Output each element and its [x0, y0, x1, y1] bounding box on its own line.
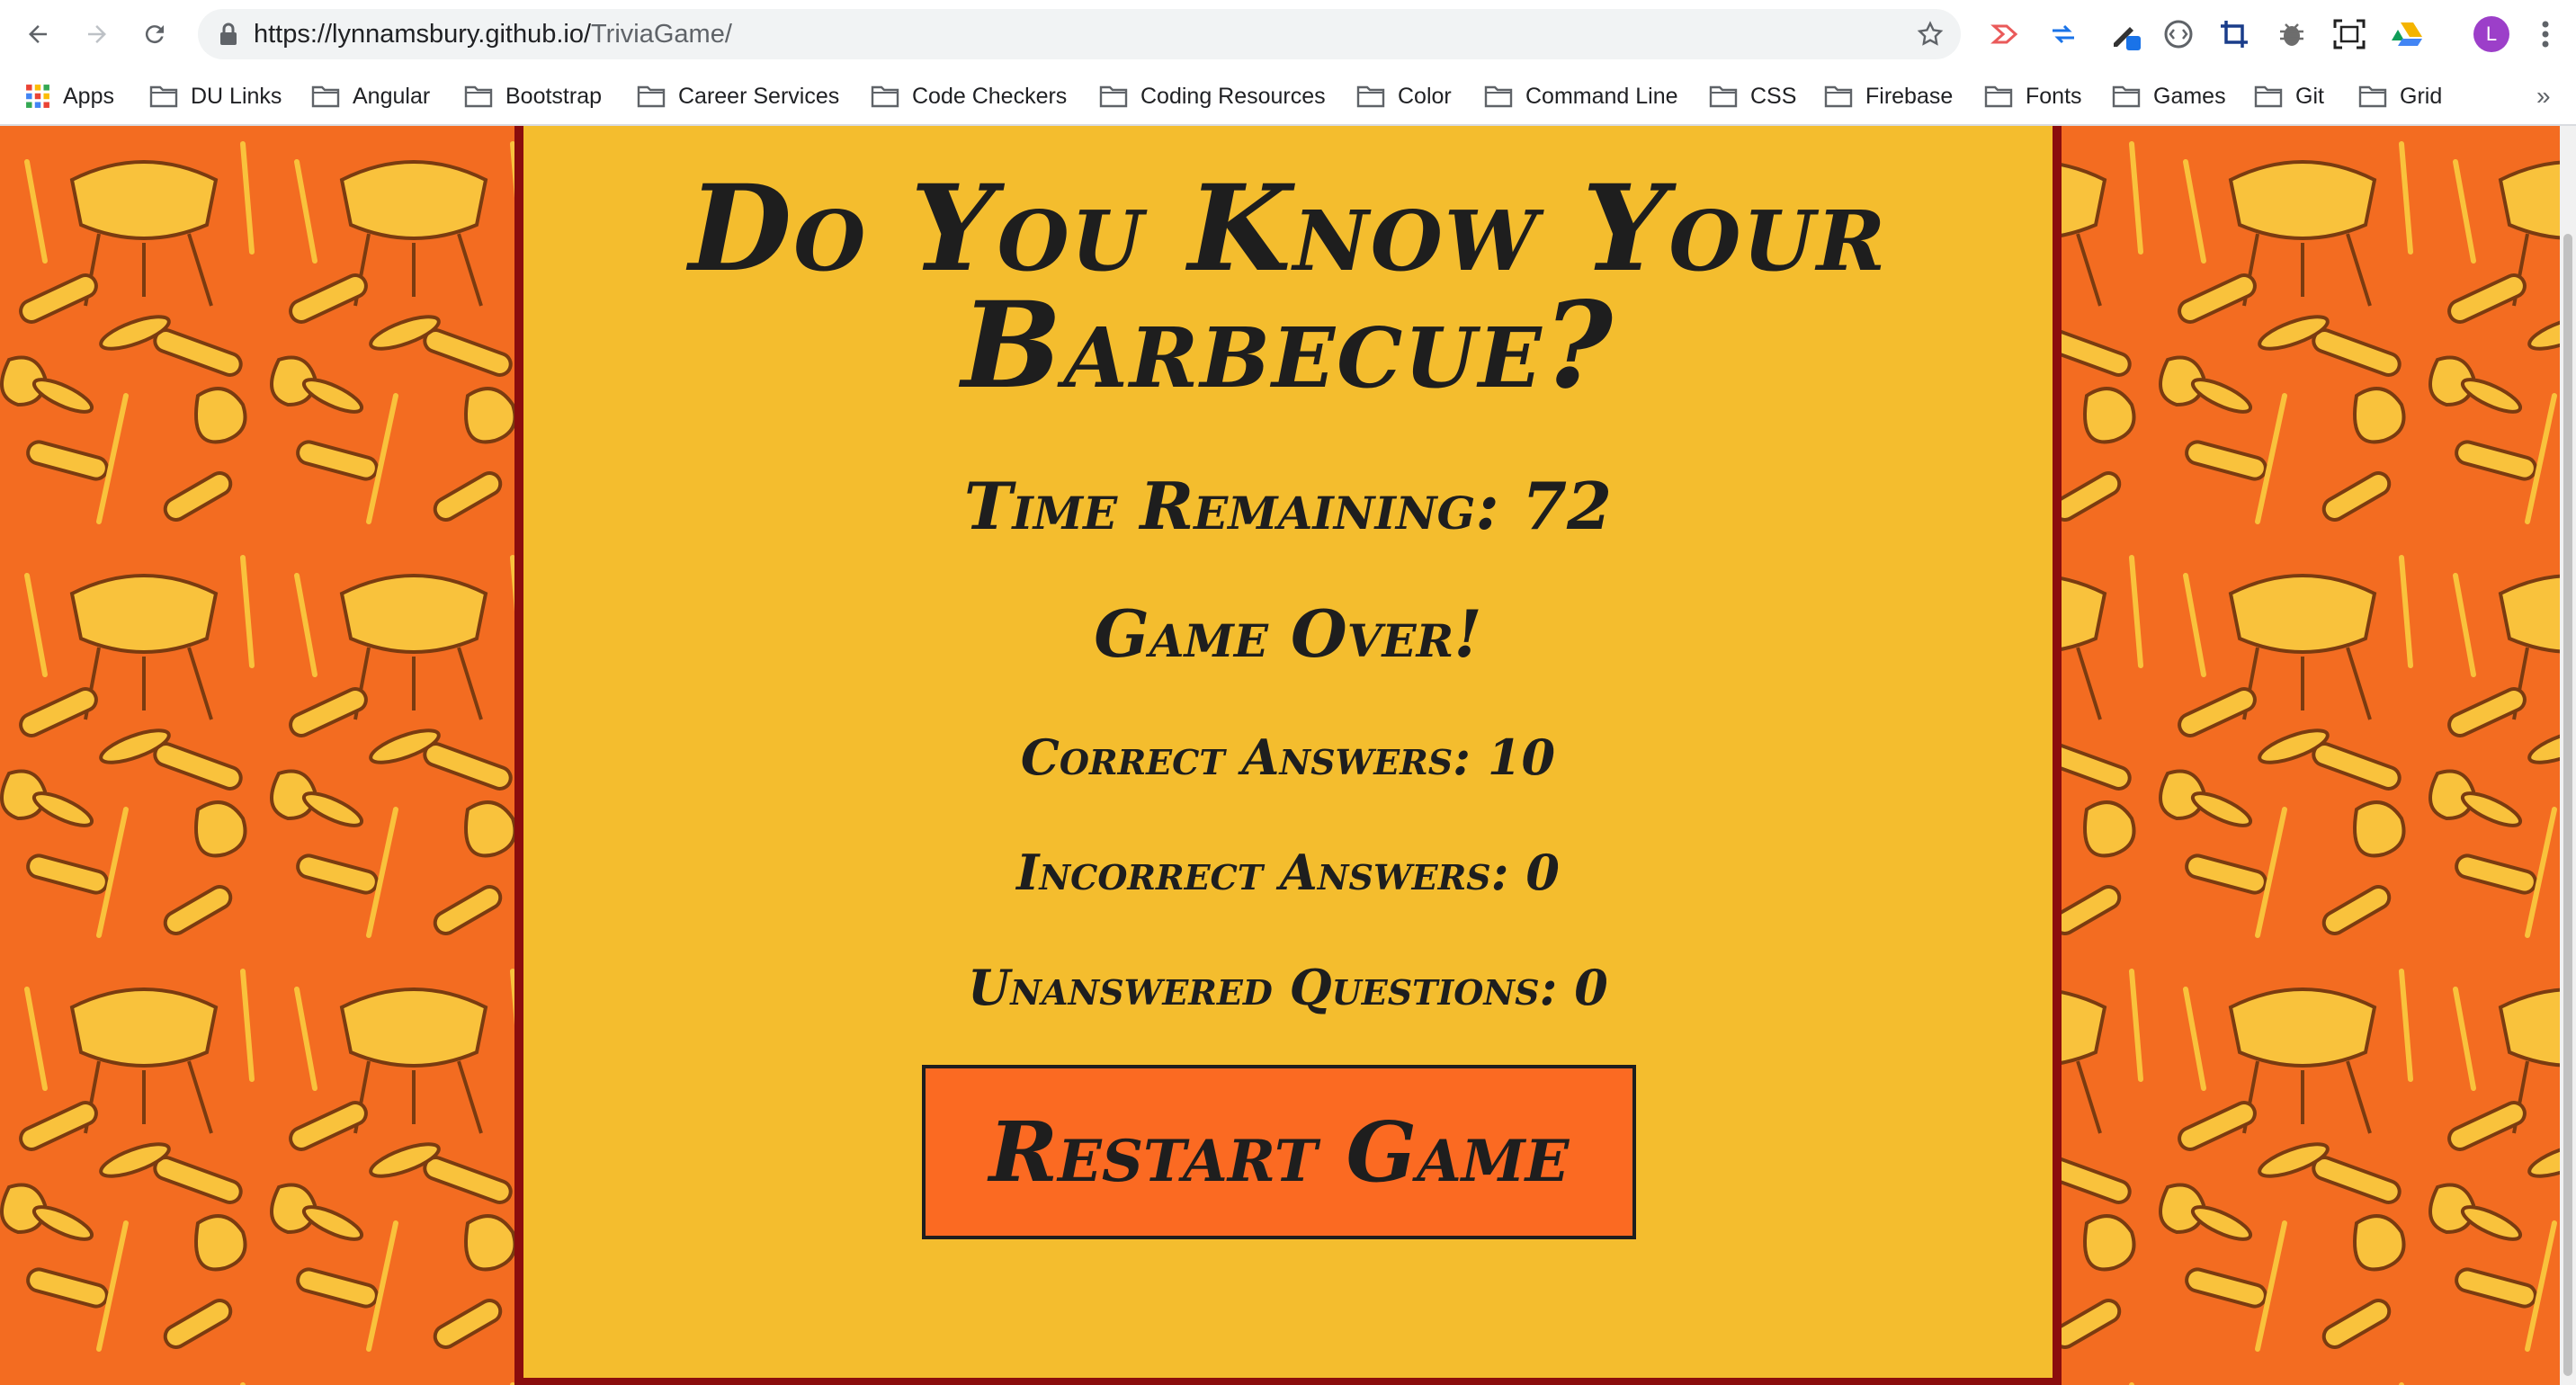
code-extension-icon[interactable]: [2160, 16, 2196, 52]
time-remaining-text: Time Remaining: 72: [963, 468, 1613, 544]
page-scrollbar[interactable]: [2560, 126, 2576, 1385]
bookmarks-overflow-button[interactable]: »: [2536, 68, 2551, 124]
folder-icon: [464, 85, 493, 108]
folder-icon: [1824, 85, 1853, 108]
lock-icon: [220, 22, 237, 45]
bookmark-label: Grid: [2400, 83, 2443, 109]
folder-icon: [2254, 85, 2283, 108]
bookmark-star-icon[interactable]: [1916, 20, 1945, 49]
incorrect-answers-text: Incorrect Answers: 0: [1016, 844, 1560, 901]
folder-icon: [149, 85, 178, 108]
bookmark-folder[interactable]: Angular: [311, 68, 430, 124]
scrollbar-thumb[interactable]: [2563, 234, 2572, 1376]
screenshot-extension-icon[interactable]: [2331, 16, 2367, 52]
reload-icon: [145, 25, 164, 44]
bookmarks-bar: Apps DU Links Angular Bootstrap Career S…: [0, 68, 2576, 126]
bookmark-label: Color: [1398, 83, 1452, 109]
bookmark-label: Career Services: [678, 83, 840, 109]
unanswered-questions-text: Unanswered Questions: 0: [968, 959, 1608, 1016]
bookmark-folder[interactable]: DU Links: [149, 68, 282, 124]
apps-grid-icon: [26, 85, 49, 108]
bookmark-folder[interactable]: Career Services: [637, 68, 839, 124]
bookmark-label: Firebase: [1865, 83, 1954, 109]
extension-icon[interactable]: [1988, 16, 2024, 52]
folder-icon: [311, 85, 340, 108]
bug-extension-icon[interactable]: [2274, 16, 2310, 52]
bookmark-folder[interactable]: Code Checkers: [871, 68, 1067, 124]
bookmark-apps[interactable]: Apps: [25, 68, 114, 124]
drive-extension-icon[interactable]: [2389, 16, 2425, 52]
forward-button[interactable]: [76, 13, 119, 56]
reload-button[interactable]: [133, 13, 176, 56]
bookmark-label: Apps: [63, 83, 114, 109]
bookmark-folder[interactable]: Coding Resources: [1099, 68, 1326, 124]
folder-icon: [1099, 85, 1128, 108]
bookmark-label: Code Checkers: [912, 83, 1068, 109]
bookmark-folder[interactable]: Git: [2254, 68, 2324, 124]
bookmark-label: Command Line: [1525, 83, 1678, 109]
bookmark-label: Angular: [353, 83, 431, 109]
url-host: https://lynnamsbury.github.io/: [254, 20, 592, 49]
url-path: TriviaGame/: [591, 20, 732, 49]
crop-extension-icon[interactable]: [2216, 16, 2252, 52]
bookmark-label: Git: [2295, 83, 2324, 109]
restart-game-button[interactable]: Restart Game: [922, 1065, 1636, 1239]
bookmark-label: Fonts: [2026, 83, 2082, 109]
back-button[interactable]: [16, 13, 59, 56]
folder-icon: [1356, 85, 1385, 108]
folder-icon: [1484, 85, 1513, 108]
bookmark-folder[interactable]: Bootstrap: [464, 68, 602, 124]
bookmark-label: Bootstrap: [505, 83, 603, 109]
back-arrow-icon: [29, 25, 47, 43]
bookmark-folder[interactable]: Command Line: [1484, 68, 1678, 124]
bookmark-folder[interactable]: Fonts: [1984, 68, 2082, 124]
browser-menu-icon[interactable]: [2536, 16, 2554, 52]
url-text: https://lynnamsbury.github.io/TriviaGame…: [254, 9, 732, 59]
folder-icon: [1709, 85, 1738, 108]
address-bar[interactable]: https://lynnamsbury.github.io/TriviaGame…: [198, 9, 1961, 59]
folder-icon: [871, 85, 899, 108]
bookmark-label: Games: [2153, 83, 2226, 109]
page-viewport: Do You Know Your Barbecue? Time Remainin…: [0, 126, 2576, 1385]
bookmark-label: CSS: [1750, 83, 1797, 109]
sync-extension-icon[interactable]: [2045, 16, 2081, 52]
profile-avatar[interactable]: L: [2473, 16, 2509, 52]
correct-answers-text: Correct Answers: 10: [1020, 728, 1556, 786]
bookmark-folder[interactable]: Firebase: [1824, 68, 1953, 124]
bookmark-folder[interactable]: Games: [2112, 68, 2226, 124]
page-title: Do You Know Your Barbecue?: [688, 159, 1888, 416]
forward-arrow-icon: [88, 25, 106, 43]
bookmark-folder[interactable]: CSS: [1709, 68, 1796, 124]
bookmark-folder[interactable]: Color: [1356, 68, 1452, 124]
bookmark-label: Coding Resources: [1140, 83, 1326, 109]
bookmark-label: DU Links: [191, 83, 282, 109]
game-over-text: Game Over!: [1094, 595, 1482, 672]
bookmark-folder[interactable]: Grid: [2358, 68, 2442, 124]
eyedropper-extension-icon[interactable]: [2108, 16, 2144, 52]
browser-toolbar: https://lynnamsbury.github.io/TriviaGame…: [0, 0, 2576, 68]
folder-icon: [1984, 85, 2013, 108]
folder-icon: [2358, 85, 2387, 108]
folder-icon: [637, 85, 666, 108]
folder-icon: [2112, 85, 2141, 108]
game-panel: Do You Know Your Barbecue? Time Remainin…: [514, 126, 2062, 1385]
